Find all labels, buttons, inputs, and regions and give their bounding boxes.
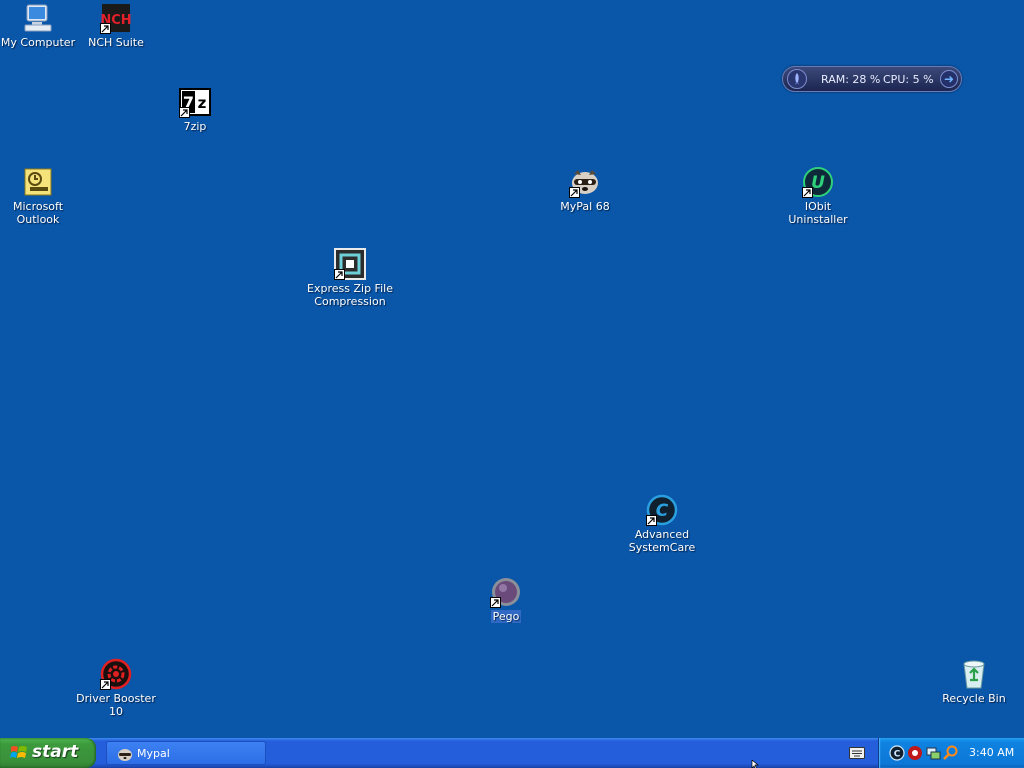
desktop-icon-iobit-uninstaller[interactable]: U IObit Uninstaller <box>775 166 861 226</box>
desktop-icon-express-zip[interactable]: Express Zip File Compression <box>296 248 404 308</box>
shortcut-arrow-icon <box>179 107 190 118</box>
svg-text:C: C <box>894 750 901 760</box>
driver-booster-tray-icon[interactable] <box>907 745 923 761</box>
nch-suite-icon: NCH <box>100 2 132 34</box>
svg-text:C: C <box>656 501 669 521</box>
rocket-icon[interactable] <box>787 69 807 89</box>
desktop-icon-microsoft-outlook[interactable]: Microsoft Outlook <box>0 166 81 226</box>
shortcut-arrow-icon <box>334 269 345 280</box>
taskbar: start Mypal C 3:40 AM <box>0 738 1024 768</box>
start-button[interactable]: start <box>0 738 96 768</box>
desktop-icon-label: Microsoft Outlook <box>12 200 64 226</box>
svg-text:U: U <box>811 173 825 193</box>
keyboard-icon[interactable] <box>849 747 865 759</box>
taskbar-button-label: Mypal <box>137 747 170 760</box>
driver-booster-icon <box>100 658 132 690</box>
shortcut-arrow-icon <box>100 23 111 34</box>
desktop-icon-label: Recycle Bin <box>942 692 1006 705</box>
cpu-usage-text: CPU: 5 % <box>883 73 934 86</box>
system-tray: C 3:40 AM <box>878 738 1024 768</box>
advanced-systemcare-icon: C <box>646 494 678 526</box>
desktop-icon-label: Pego <box>490 610 522 623</box>
system-monitor-gadget[interactable]: RAM: 28 % CPU: 5 % ➜ <box>782 66 962 92</box>
mypal-raccoon-icon <box>569 166 601 198</box>
express-zip-icon <box>334 248 366 280</box>
start-label: start <box>32 742 79 762</box>
recycle-bin-icon <box>958 658 990 690</box>
desktop-icon-my-computer[interactable]: My Computer <box>0 2 81 49</box>
desktop-icon-driver-booster[interactable]: Driver Booster 10 <box>73 658 159 718</box>
shortcut-arrow-icon <box>646 515 657 526</box>
desktop-icon-label: Driver Booster 10 <box>76 692 156 718</box>
desktop-icon-pego[interactable]: Pego <box>463 576 549 623</box>
my-computer-icon <box>22 2 54 34</box>
7zip-icon: 7 z <box>179 86 211 118</box>
ram-usage-text: RAM: 28 % <box>821 73 881 86</box>
desktop-icon-label: MyPal 68 <box>560 200 610 213</box>
desktop-icon-label: IObit Uninstaller <box>788 200 848 226</box>
outlook-icon <box>22 166 54 198</box>
advanced-systemcare-tray-icon[interactable]: C <box>889 745 905 761</box>
shortcut-arrow-icon <box>569 187 580 198</box>
iobit-uninstaller-icon: U <box>802 166 834 198</box>
desktop-icon-label: My Computer <box>0 36 76 49</box>
search-tray-icon[interactable] <box>943 745 959 761</box>
desktop-icon-advanced-systemcare[interactable]: C Advanced SystemCare <box>619 494 705 554</box>
desktop-icon-recycle-bin[interactable]: Recycle Bin <box>931 658 1017 705</box>
desktop-icon-label: Advanced SystemCare <box>628 528 696 554</box>
network-tray-icon[interactable] <box>925 745 941 761</box>
desktop-icon-mypal[interactable]: MyPal 68 <box>542 166 628 213</box>
svg-text:z: z <box>198 94 207 112</box>
windows-flag-icon <box>10 745 28 761</box>
desktop-icon-label: 7zip <box>183 120 207 133</box>
taskbar-clock[interactable]: 3:40 AM <box>969 746 1014 759</box>
desktop-icon-label: Express Zip File Compression <box>307 282 393 308</box>
arrow-right-icon[interactable]: ➜ <box>940 70 958 88</box>
shortcut-arrow-icon <box>100 679 111 690</box>
desktop-icon-7zip[interactable]: 7 z 7zip <box>152 86 238 133</box>
mypal-raccoon-icon <box>117 746 133 762</box>
mouse-pointer-icon <box>751 759 761 768</box>
desktop-icon-label: NCH Suite <box>88 36 144 49</box>
taskbar-button-mypal[interactable]: Mypal <box>106 741 266 765</box>
desktop-icon-nch-suite[interactable]: NCH NCH Suite <box>73 2 159 49</box>
shortcut-arrow-icon <box>490 597 501 608</box>
pego-icon <box>490 576 522 608</box>
shortcut-arrow-icon <box>802 187 813 198</box>
